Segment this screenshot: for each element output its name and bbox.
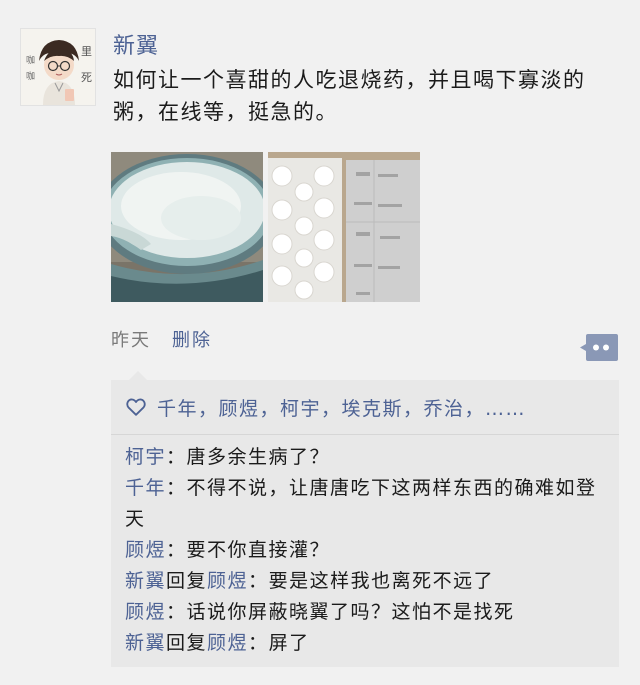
- more-dots-icon: [580, 334, 618, 361]
- avatar[interactable]: 咖 咖 里 死: [20, 28, 96, 106]
- porridge-bowl-image[interactable]: [111, 152, 263, 302]
- heart-icon: [126, 398, 146, 416]
- svg-text:咖: 咖: [26, 70, 35, 82]
- comment-separator: ：: [166, 446, 187, 468]
- comment-item[interactable]: 新翼回复顾煜：要是这样我也离死不远了: [125, 566, 613, 597]
- comment-text: 唐多余生病了？: [186, 446, 331, 468]
- comment-more-button[interactable]: [580, 334, 618, 361]
- comment-author[interactable]: 新翼: [125, 570, 166, 592]
- reply-label: 回复: [166, 632, 208, 654]
- comment-separator: ：: [166, 601, 187, 623]
- svg-text:死: 死: [81, 71, 92, 84]
- divider: [111, 434, 619, 435]
- svg-text:咖: 咖: [26, 54, 35, 66]
- comment-item[interactable]: 顾煜：话说你屏蔽晓翼了吗？这怕不是找死: [125, 597, 613, 628]
- comment-author[interactable]: 柯宇: [125, 446, 166, 468]
- post-author-name[interactable]: 新翼: [113, 28, 159, 60]
- comment-author[interactable]: 顾煜: [125, 539, 166, 561]
- reply-to-author[interactable]: 顾煜: [207, 632, 248, 654]
- comment-item[interactable]: 千年：不得不说，让唐唐吃下这两样东西的确难如登天: [125, 473, 613, 535]
- reply-to-author[interactable]: 顾煜: [207, 570, 248, 592]
- comment-item[interactable]: 顾煜：要不你直接灌？: [125, 535, 613, 566]
- svg-text:里: 里: [81, 45, 92, 58]
- pill-blister-image[interactable]: [268, 152, 420, 302]
- post-time: 昨天: [111, 330, 151, 351]
- comment-text: 屏了: [268, 632, 310, 654]
- comment-text: 不得不说，让唐唐吃下这两样东西的确难如登天: [125, 477, 597, 530]
- comment-separator: ：: [166, 539, 187, 561]
- comment-text: 话说你屏蔽晓翼了吗？这怕不是找死: [186, 601, 515, 623]
- comment-text: 要是这样我也离死不远了: [268, 570, 495, 592]
- delete-button[interactable]: 删除: [172, 326, 212, 352]
- comment-item[interactable]: 新翼回复顾煜：屏了: [125, 628, 613, 659]
- comment-separator: ：: [248, 632, 269, 654]
- comment-separator: ：: [248, 570, 269, 592]
- comment-author[interactable]: 顾煜: [125, 601, 166, 623]
- comment-item[interactable]: 柯宇：唐多余生病了？: [125, 442, 613, 473]
- comment-text: 要不你直接灌？: [186, 539, 331, 561]
- comment-list: 柯宇：唐多余生病了？ 千年：不得不说，让唐唐吃下这两样东西的确难如登天 顾煜：要…: [125, 442, 613, 659]
- likes-row: 千年，顾煜，柯宇，埃克斯，乔治，……: [125, 394, 605, 420]
- interaction-panel: 千年，顾煜，柯宇，埃克斯，乔治，…… 柯宇：唐多余生病了？ 千年：不得不说，让唐…: [111, 371, 619, 667]
- comment-separator: ：: [166, 477, 187, 499]
- comment-author[interactable]: 千年: [125, 477, 166, 499]
- likes-names[interactable]: 千年，顾煜，柯宇，埃克斯，乔治，……: [157, 394, 526, 421]
- post-text: 如何让一个喜甜的人吃退烧药，并且喝下寡淡的粥，在线等，挺急的。: [113, 68, 586, 124]
- comment-author[interactable]: 新翼: [125, 632, 166, 654]
- reply-label: 回复: [166, 570, 208, 592]
